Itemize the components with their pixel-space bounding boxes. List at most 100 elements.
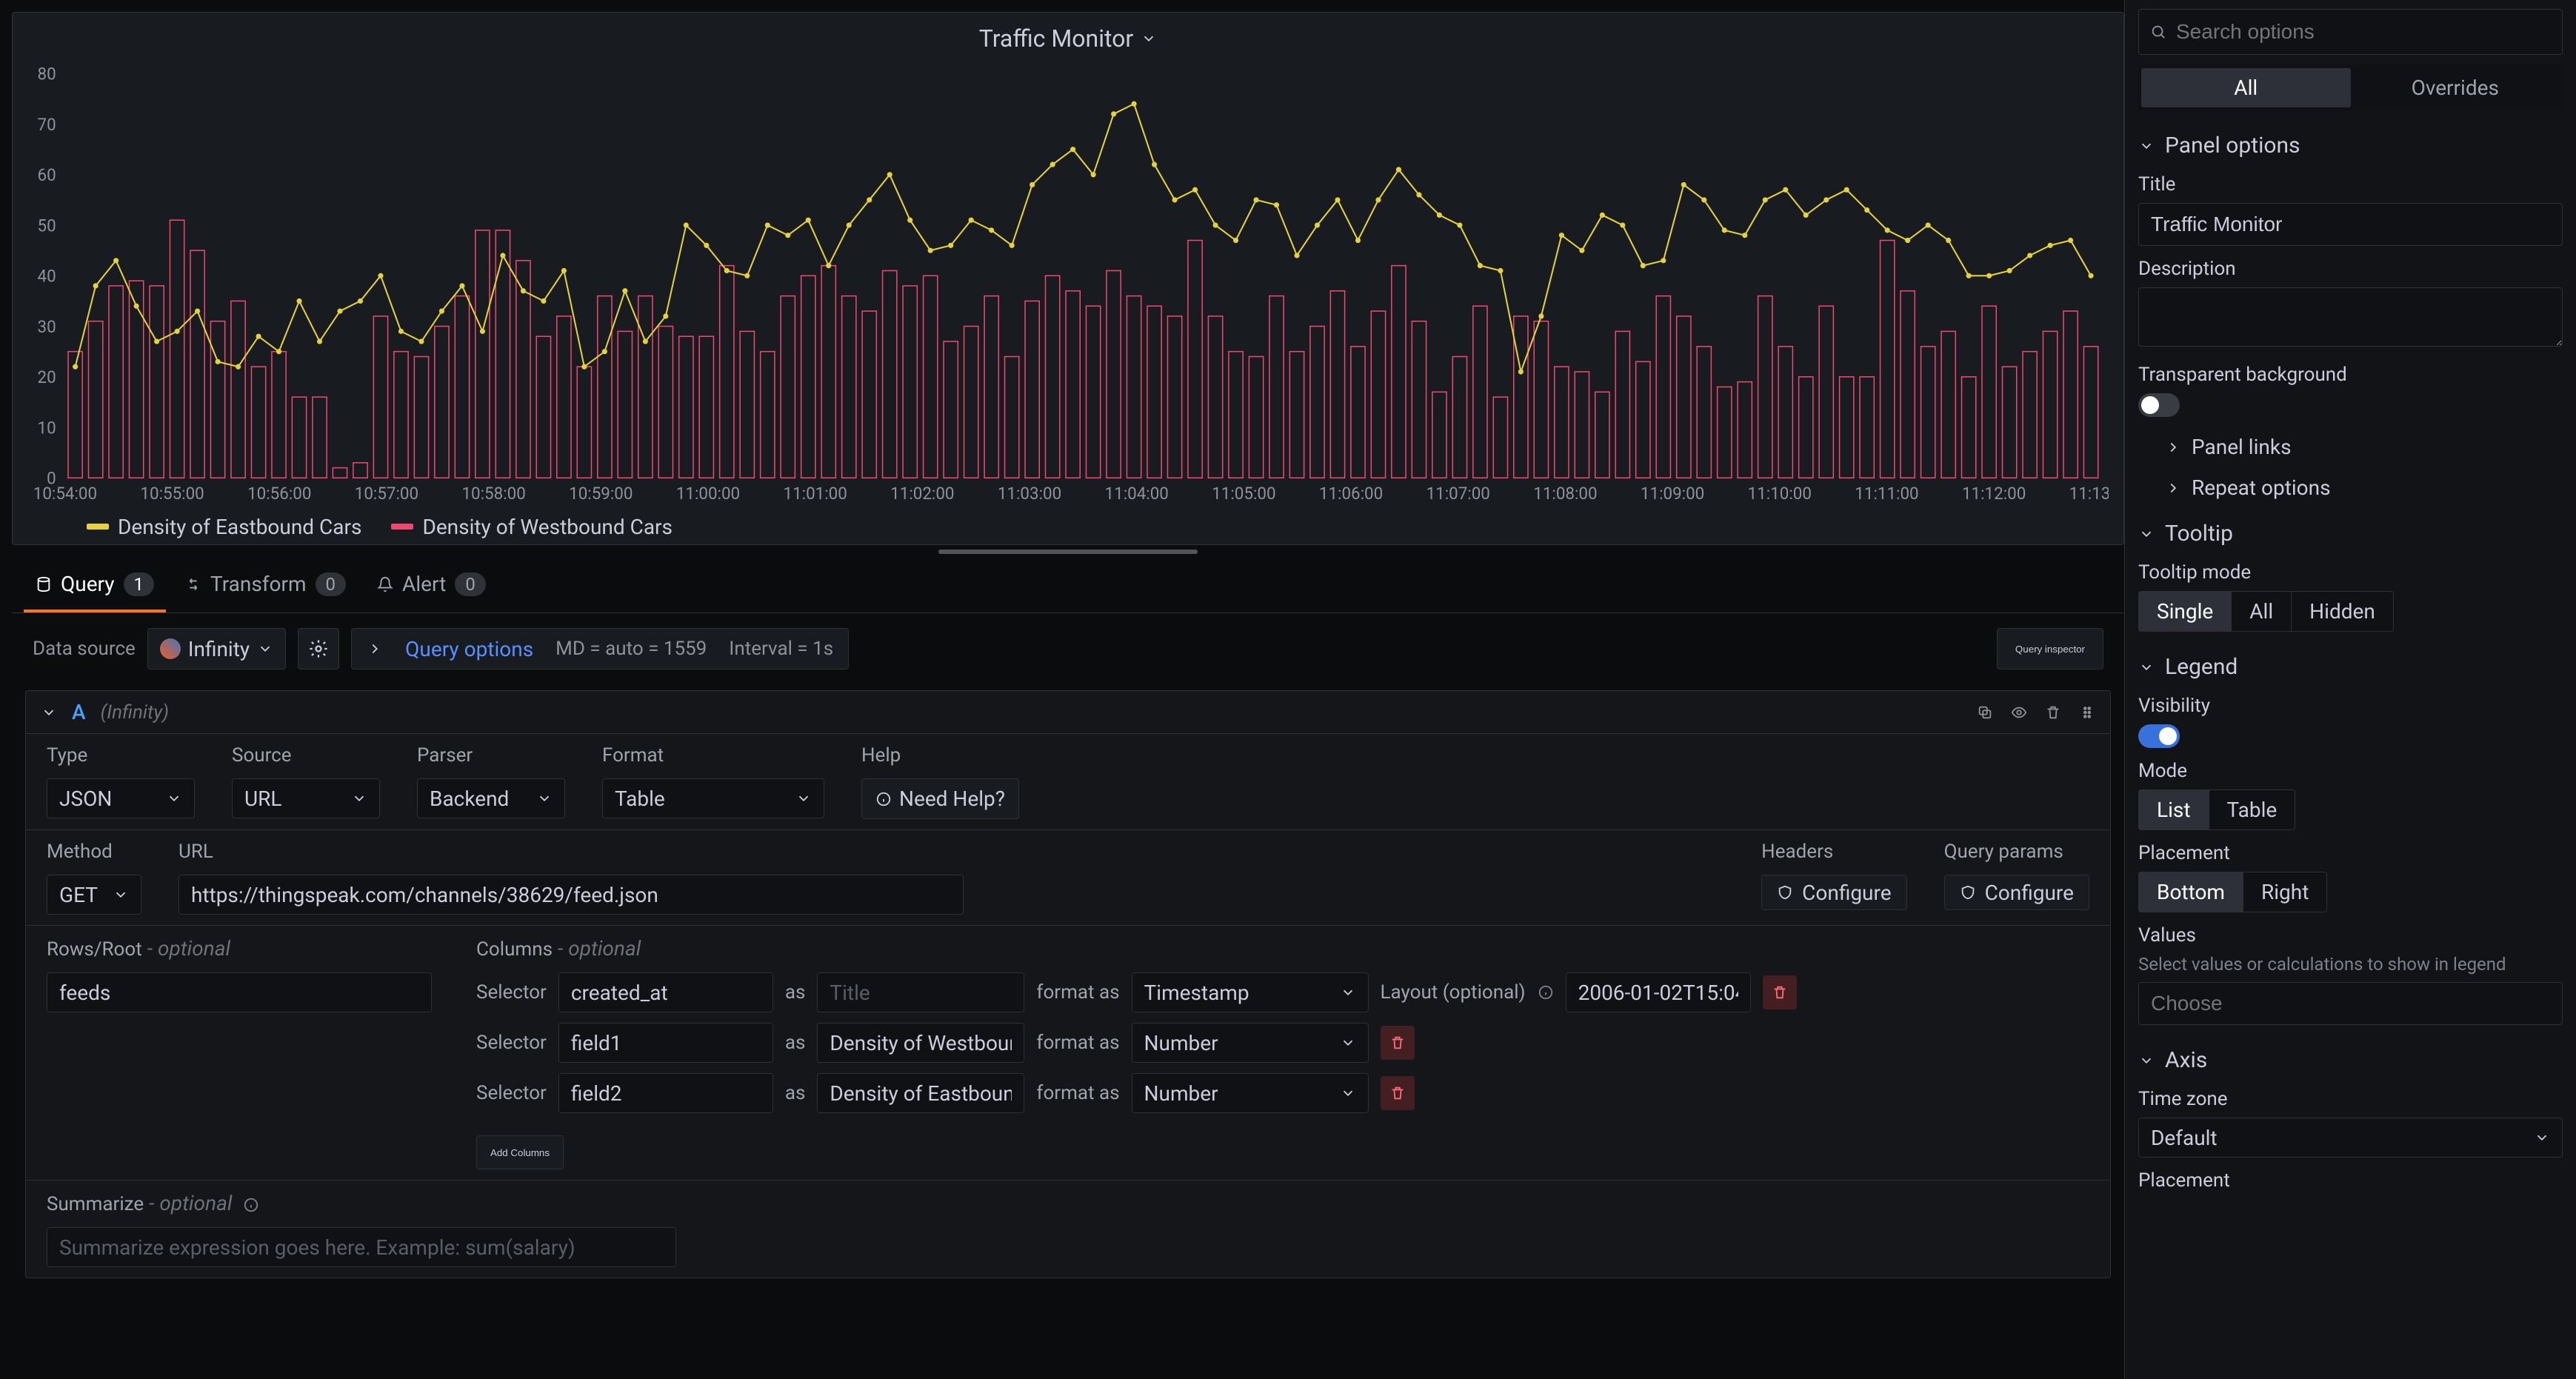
svg-text:10:55:00: 10:55:00 [140, 484, 204, 504]
legend-item-eastbound[interactable]: Density of Eastbound Cars [87, 515, 361, 539]
axis-timezone-select[interactable]: Default [2138, 1118, 2563, 1158]
column-format-select[interactable]: Timestamp [1132, 972, 1369, 1012]
drag-handle-icon[interactable] [2079, 704, 2095, 721]
column-title-input[interactable] [817, 1073, 1024, 1113]
svg-text:11:06:00: 11:06:00 [1319, 484, 1383, 504]
trash-icon [1389, 1035, 1406, 1051]
panel-description-input[interactable] [2138, 287, 2563, 347]
chevron-down-icon[interactable] [1141, 30, 1157, 47]
format-select[interactable]: Table [602, 778, 824, 818]
svg-text:10:57:00: 10:57:00 [355, 484, 418, 504]
transparent-bg-toggle[interactable] [2138, 393, 2180, 417]
info-icon [875, 791, 892, 807]
svg-text:11:07:00: 11:07:00 [1427, 484, 1490, 504]
data-source-settings-button[interactable] [298, 628, 339, 670]
copy-icon[interactable] [1977, 704, 1993, 721]
eye-icon[interactable] [2011, 704, 2027, 721]
info-icon[interactable] [1538, 984, 1554, 1001]
transparent-bg-label: Transparent background [2138, 364, 2563, 386]
chevron-down-icon [2138, 138, 2155, 154]
column-selector-input[interactable] [558, 972, 773, 1012]
shield-icon [1960, 884, 1976, 901]
interval-info: Interval = 1s [729, 638, 833, 660]
panel-scrollbar[interactable] [938, 550, 1198, 554]
column-title-input[interactable] [817, 972, 1024, 1012]
need-help-button[interactable]: Need Help? [861, 778, 1019, 819]
chevron-down-icon [795, 790, 812, 807]
legend-placement-bottom[interactable]: Bottom [2139, 872, 2243, 912]
info-icon[interactable] [243, 1197, 259, 1213]
column-selector-input[interactable] [558, 1023, 773, 1063]
trash-icon[interactable] [2045, 704, 2061, 721]
query-inspector-button[interactable]: Query inspector [1997, 628, 2103, 670]
svg-text:11:02:00: 11:02:00 [890, 484, 954, 504]
url-input[interactable] [178, 875, 964, 915]
section-tooltip[interactable]: Tooltip [2138, 506, 2563, 557]
tooltip-mode-hidden[interactable]: Hidden [2292, 592, 2393, 631]
column-layout-input[interactable] [1566, 972, 1751, 1012]
seg-overrides[interactable]: Overrides [2351, 68, 2560, 107]
tooltip-mode-all[interactable]: All [2232, 592, 2292, 631]
svg-text:11:09:00: 11:09:00 [1641, 484, 1704, 504]
svg-text:70: 70 [38, 115, 56, 135]
column-row: Selector as format as Number [476, 1023, 2089, 1063]
svg-text:11:05:00: 11:05:00 [1212, 484, 1275, 504]
delete-column-button[interactable] [1381, 1076, 1415, 1110]
legend-visibility-toggle[interactable] [2138, 724, 2180, 748]
method-select[interactable]: GET [47, 875, 141, 915]
headers-configure-button[interactable]: Configure [1761, 875, 1906, 910]
svg-text:11:03:00: 11:03:00 [998, 484, 1061, 504]
summarize-input[interactable] [47, 1227, 676, 1267]
svg-text:11:12:00: 11:12:00 [1962, 484, 2026, 504]
delete-column-button[interactable] [1763, 975, 1797, 1009]
format-as-label: format as [1036, 981, 1119, 1004]
svg-text:10:56:00: 10:56:00 [247, 484, 311, 504]
column-format-select[interactable]: Number [1132, 1023, 1369, 1063]
panel-title-input[interactable] [2138, 203, 2563, 246]
legend-item-westbound[interactable]: Density of Westbound Cars [391, 515, 673, 539]
add-columns-button[interactable]: Add Columns [476, 1135, 564, 1169]
type-select[interactable]: JSON [47, 778, 195, 818]
section-panel-links[interactable]: Panel links [2138, 424, 2563, 465]
params-configure-button[interactable]: Configure [1944, 875, 2089, 910]
legend-placement-right[interactable]: Right [2243, 872, 2326, 912]
axis-placement-label: Placement [2138, 1169, 2563, 1192]
seg-all[interactable]: All [2141, 68, 2351, 107]
selector-label: Selector [476, 1032, 547, 1054]
column-format-select[interactable]: Number [1132, 1073, 1369, 1113]
svg-text:10:54:00: 10:54:00 [33, 484, 97, 504]
tab-query[interactable]: Query 1 [24, 560, 166, 612]
delete-column-button[interactable] [1381, 1026, 1415, 1060]
selector-label: Selector [476, 981, 547, 1004]
chevron-down-icon[interactable] [41, 704, 57, 721]
column-row: Selector as format as TimestampLayout (o… [476, 972, 2089, 1012]
query-options-link[interactable]: Query options [405, 637, 533, 661]
column-selector-input[interactable] [558, 1073, 773, 1113]
section-legend[interactable]: Legend [2138, 639, 2563, 690]
svg-text:10:59:00: 10:59:00 [569, 484, 633, 504]
rows-root-input[interactable] [47, 972, 432, 1012]
legend-mode-table[interactable]: Table [2209, 790, 2295, 829]
source-select[interactable]: URL [232, 778, 380, 818]
svg-text:10:58:00: 10:58:00 [461, 484, 525, 504]
trash-icon [1389, 1085, 1406, 1101]
svg-text:11:10:00: 11:10:00 [1748, 484, 1812, 504]
section-panel-options[interactable]: Panel options [2138, 118, 2563, 169]
query-ref-id[interactable]: A [72, 700, 86, 724]
chevron-right-icon[interactable] [367, 641, 383, 657]
chevron-right-icon [2165, 439, 2181, 455]
data-source-picker[interactable]: Infinity [147, 628, 286, 670]
tab-alert[interactable]: Alert 0 [365, 560, 498, 612]
parser-select[interactable]: Backend [417, 778, 565, 818]
legend-values-select[interactable] [2138, 982, 2563, 1025]
svg-text:11:01:00: 11:01:00 [783, 484, 847, 504]
column-title-input[interactable] [817, 1023, 1024, 1063]
tooltip-mode-single[interactable]: Single [2139, 592, 2232, 631]
search-options-input[interactable] [2138, 9, 2563, 55]
section-repeat-options[interactable]: Repeat options [2138, 465, 2563, 506]
section-axis[interactable]: Axis [2138, 1032, 2563, 1084]
sliders-icon [308, 638, 329, 659]
legend-mode-list[interactable]: List [2139, 790, 2209, 829]
tab-transform[interactable]: Transform 0 [173, 560, 358, 612]
column-row: Selector as format as Number [476, 1073, 2089, 1113]
